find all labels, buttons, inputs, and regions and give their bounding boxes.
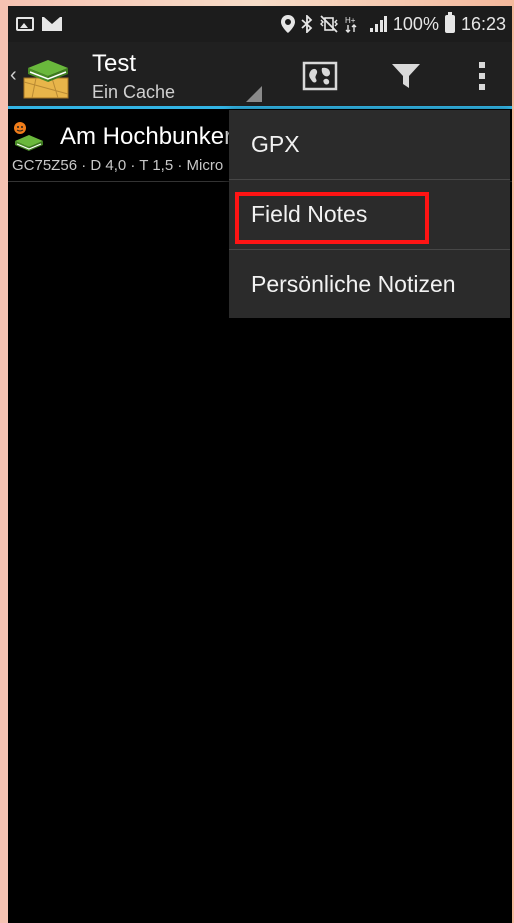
signal-icon <box>369 16 387 32</box>
menu-item-gpx[interactable]: GPX <box>229 110 510 179</box>
vibrate-mute-icon <box>319 15 338 33</box>
phone-screen: H+ 100% 16:23 ‹ Test Ein Cache Am Hochbu… <box>8 6 512 923</box>
mail-notification-icon <box>42 17 62 31</box>
filter-icon <box>392 64 420 88</box>
list-title[interactable]: Test <box>92 50 136 78</box>
export-dropdown-menu: GPX Field Notes Persönliche Notizen <box>229 110 510 318</box>
gallery-notification-icon <box>16 17 34 31</box>
list-subtitle[interactable]: Ein Cache <box>92 82 175 103</box>
map-button[interactable] <box>300 56 340 96</box>
more-vert-icon <box>479 62 485 90</box>
location-icon <box>280 15 295 33</box>
filter-button[interactable] <box>386 56 426 96</box>
cache-type-icon <box>14 122 43 151</box>
back-arrow-icon: ‹ <box>10 64 17 86</box>
list-spinner-indicator[interactable] <box>246 86 262 102</box>
cache-details: GC75Z56 · D 4,0 · T 1,5 · Micro <box>12 157 224 174</box>
action-bar: ‹ Test Ein Cache <box>8 42 512 109</box>
overflow-menu-button[interactable] <box>462 56 502 96</box>
clock: 16:23 <box>460 13 506 34</box>
bluetooth-icon <box>301 15 313 33</box>
highlight-annotation-box <box>235 192 429 244</box>
network-type-icon: H+ <box>345 16 357 33</box>
map-icon <box>302 61 338 91</box>
menu-item-label: Persönliche Notizen <box>251 271 456 297</box>
battery-icon <box>444 12 455 33</box>
status-bar: H+ 100% 16:23 <box>8 6 512 42</box>
cache-name: Am Hochbunker <box>60 123 233 150</box>
app-logo-icon <box>23 60 69 99</box>
battery-percent: 100% <box>392 13 439 34</box>
menu-item-label: GPX <box>251 131 300 157</box>
svg-text:H+: H+ <box>345 16 356 25</box>
menu-item-personal-notes[interactable]: Persönliche Notizen <box>229 250 510 319</box>
